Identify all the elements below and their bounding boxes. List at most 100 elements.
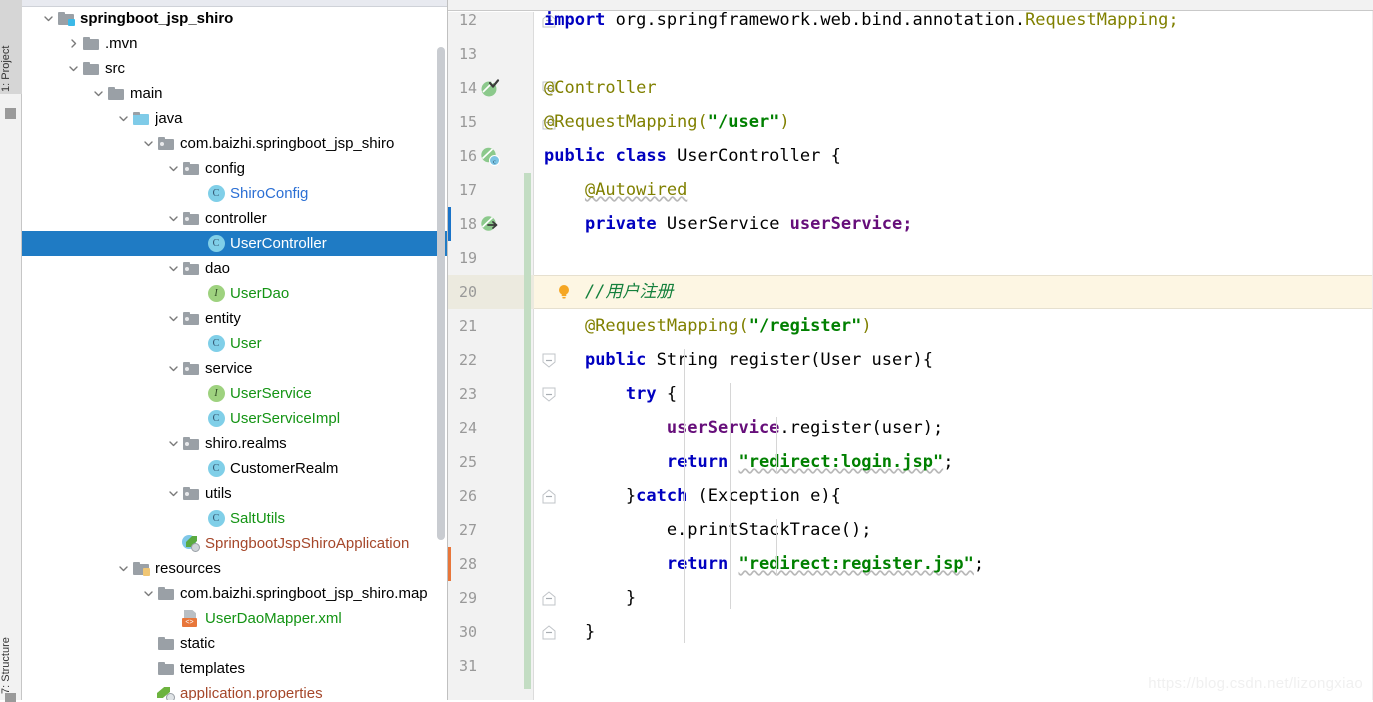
chevron-down-icon[interactable] bbox=[165, 356, 181, 381]
tree-item[interactable]: src bbox=[22, 56, 447, 81]
code-line[interactable]: try { bbox=[534, 377, 1373, 411]
code-line[interactable]: }catch (Exception e){ bbox=[534, 479, 1373, 513]
vcs-change-marker[interactable] bbox=[524, 173, 531, 689]
code-line[interactable]: @Controller bbox=[534, 71, 1373, 105]
chevron-down-icon[interactable] bbox=[115, 556, 131, 581]
tree-item[interactable]: java bbox=[22, 106, 447, 131]
tree-item[interactable]: dao bbox=[22, 256, 447, 281]
java-class-icon: C bbox=[206, 456, 226, 481]
code-editor[interactable]: 12 13 14 15 16 c 17 18 19 20 21 22 23 24 25 26 27 28 29 30 3… bbox=[448, 0, 1373, 700]
tree-item[interactable]: C UserServiceImpl bbox=[22, 406, 447, 431]
chevron-down-icon[interactable] bbox=[40, 6, 56, 31]
tree-item[interactable]: main bbox=[22, 81, 447, 106]
code-line[interactable]: e.printStackTrace(); bbox=[534, 513, 1373, 547]
tool-window-drag-handle-bottom[interactable] bbox=[5, 693, 16, 702]
code-line[interactable]: userService.register(user); bbox=[534, 411, 1373, 445]
tree-item[interactable]: application.properties bbox=[22, 681, 447, 700]
chevron-down-icon[interactable] bbox=[165, 431, 181, 456]
code-line[interactable]: //用户注册 bbox=[534, 275, 1373, 309]
package-icon bbox=[156, 131, 176, 156]
editor-gutter[interactable]: 12 13 14 15 16 c 17 18 19 20 21 22 23 24 25 26 27 28 29 30 3… bbox=[448, 11, 534, 700]
code-line[interactable]: return "redirect:login.jsp"; bbox=[534, 445, 1373, 479]
code-token: private bbox=[584, 214, 667, 234]
tree-item[interactable]: .mvn bbox=[22, 31, 447, 56]
indent-guide bbox=[776, 417, 777, 473]
tree-item[interactable]: shiro.realms bbox=[22, 431, 447, 456]
project-tree-scrollbar[interactable] bbox=[437, 47, 445, 540]
code-line[interactable] bbox=[534, 241, 1373, 275]
tree-item-selected[interactable]: C UserController bbox=[22, 231, 447, 256]
autowired-icon[interactable] bbox=[480, 214, 500, 234]
code-line[interactable]: @RequestMapping("/register") bbox=[534, 309, 1373, 343]
code-line[interactable]: private UserService userService; bbox=[534, 207, 1373, 241]
code-token: //用户注册 bbox=[584, 282, 674, 302]
chevron-down-icon[interactable] bbox=[165, 481, 181, 506]
code-line[interactable]: } bbox=[534, 581, 1373, 615]
tool-window-tab-project[interactable]: 1: Project bbox=[0, 0, 22, 94]
chevron-down-icon[interactable] bbox=[165, 156, 181, 181]
tree-item[interactable]: com.baizhi.springboot_jsp_shiro.map bbox=[22, 581, 447, 606]
tree-item[interactable]: <> UserDaoMapper.xml bbox=[22, 606, 447, 631]
code-line[interactable] bbox=[534, 37, 1373, 71]
tree-item-label: shiro.realms bbox=[205, 435, 287, 452]
tree-item[interactable]: C ShiroConfig bbox=[22, 181, 447, 206]
chevron-down-icon[interactable] bbox=[90, 81, 106, 106]
tool-window-tab-structure[interactable]: 7: Structure bbox=[0, 600, 22, 696]
tree-item[interactable]: entity bbox=[22, 306, 447, 331]
code-line[interactable]: public String register(User user){ bbox=[534, 343, 1373, 377]
spring-properties-icon bbox=[156, 681, 176, 700]
chevron-down-icon[interactable] bbox=[115, 106, 131, 131]
tree-item[interactable]: C CustomerRealm bbox=[22, 456, 447, 481]
tree-item[interactable]: com.baizhi.springboot_jsp_shiro bbox=[22, 131, 447, 156]
chevron-down-icon[interactable] bbox=[165, 256, 181, 281]
code-line[interactable]: public class UserController { bbox=[534, 139, 1373, 173]
tree-item[interactable]: utils bbox=[22, 481, 447, 506]
tree-item[interactable]: I UserService bbox=[22, 381, 447, 406]
tree-item[interactable]: templates bbox=[22, 656, 447, 681]
tool-window-drag-handle-top[interactable] bbox=[5, 108, 16, 119]
chevron-down-icon[interactable] bbox=[165, 306, 181, 331]
code-token: "/user" bbox=[707, 112, 780, 132]
source-folder-icon bbox=[131, 106, 151, 131]
tree-item[interactable]: SpringbootJspShiroApplication bbox=[22, 531, 447, 556]
folder-icon bbox=[106, 81, 126, 106]
chevron-down-icon[interactable] bbox=[140, 131, 156, 156]
tree-item-label: .mvn bbox=[105, 35, 138, 52]
line-number: 19 bbox=[458, 249, 477, 267]
code-line[interactable]: } bbox=[534, 615, 1373, 649]
line-number: 15 bbox=[458, 113, 477, 131]
tree-item-label: templates bbox=[180, 660, 246, 677]
tree-item[interactable]: service bbox=[22, 356, 447, 381]
tree-item[interactable]: controller bbox=[22, 206, 447, 231]
tree-item[interactable]: resources bbox=[22, 556, 447, 581]
java-interface-icon: I bbox=[206, 281, 226, 306]
tree-item[interactable]: I UserDao bbox=[22, 281, 447, 306]
code-line[interactable]: @Autowired bbox=[534, 173, 1373, 207]
svg-text:c: c bbox=[493, 158, 496, 165]
chevron-right-icon[interactable] bbox=[65, 31, 81, 56]
tree-item[interactable]: static bbox=[22, 631, 447, 656]
java-class-icon: C bbox=[206, 506, 226, 531]
bean-check-icon[interactable] bbox=[480, 78, 500, 98]
tree-item-label: controller bbox=[205, 210, 267, 227]
tree-item[interactable]: C User bbox=[22, 331, 447, 356]
tree-item[interactable]: springboot_jsp_shiro bbox=[22, 6, 447, 31]
chevron-down-icon[interactable] bbox=[165, 206, 181, 231]
chevron-down-icon[interactable] bbox=[140, 581, 156, 606]
code-line[interactable]: import org.springframework.web.bind.anno… bbox=[534, 3, 1373, 37]
editor-body[interactable]: 12 13 14 15 16 c 17 18 19 20 21 22 23 24 25 26 27 28 29 30 3… bbox=[448, 10, 1373, 700]
code-line[interactable]: @RequestMapping("/user") bbox=[534, 105, 1373, 139]
tree-item[interactable]: C SaltUtils bbox=[22, 506, 447, 531]
tree-item[interactable]: config bbox=[22, 156, 447, 181]
code-token: @RequestMapping( bbox=[584, 316, 749, 336]
editor-code-area[interactable]: import org.springframework.web.bind.anno… bbox=[534, 10, 1373, 700]
chevron-down-icon[interactable] bbox=[65, 56, 81, 81]
spring-bean-icon[interactable]: c bbox=[480, 146, 500, 166]
code-line[interactable]: return "redirect:register.jsp"; bbox=[534, 547, 1373, 581]
line-number: 12 bbox=[458, 11, 477, 29]
project-tree[interactable]: springboot_jsp_shiro .mvn src main java com.b… bbox=[22, 6, 447, 700]
line-number: 17 bbox=[458, 181, 477, 199]
